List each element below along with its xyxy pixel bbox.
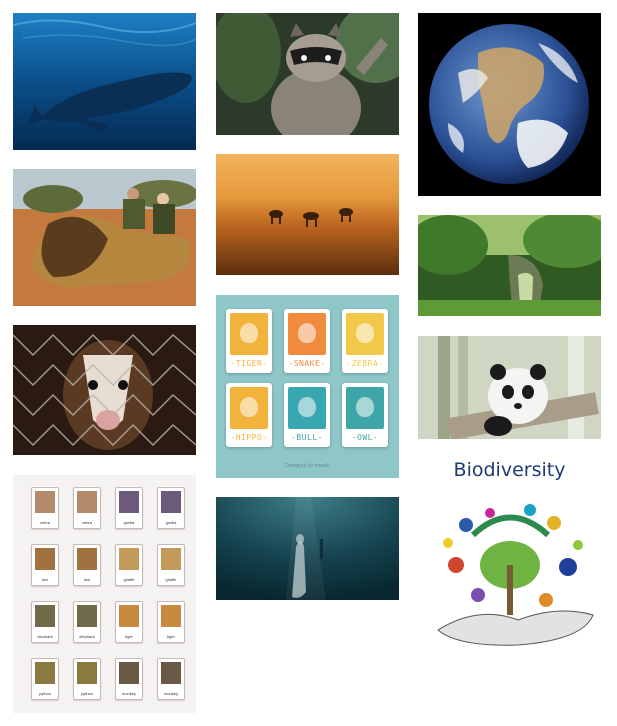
blue-whale-photo[interactable] [13, 13, 196, 150]
flashcard-label: -SNAKE- [288, 359, 326, 368]
memory-card-label: lion [41, 577, 49, 582]
memory-card: giraffe [157, 544, 185, 586]
memory-card-label: tiger [167, 634, 175, 639]
civet-behind-fence-photo[interactable] [13, 325, 196, 455]
flashcard-label: -ZEBRA- [346, 359, 384, 368]
memory-card-picture [119, 662, 139, 684]
jungle-ruins-photo[interactable] [418, 215, 601, 316]
memory-card-picture [77, 491, 97, 513]
flashcard-label: -TIGER- [230, 359, 268, 368]
memory-card: gorilla [115, 487, 143, 529]
panda-cub-photo[interactable] [418, 336, 601, 439]
memory-card-label: python [38, 691, 51, 696]
memory-card-picture [77, 662, 97, 684]
flashcard-snake: -SNAKE- [284, 309, 330, 373]
memory-card-label: monkey [121, 691, 136, 696]
memory-card-label: zebra [81, 520, 92, 525]
memory-card-picture [35, 548, 55, 570]
memory-card: zebra [31, 487, 59, 529]
memory-card-picture [161, 548, 181, 570]
flashcard-bull: -BULL- [284, 383, 330, 447]
raccoon-photo[interactable] [216, 13, 399, 135]
flashcard-label: -OWL- [351, 433, 379, 442]
hunters-with-lion-photo[interactable] [13, 169, 196, 306]
memory-card-label: giraffe [123, 577, 135, 582]
memory-card-picture [161, 491, 181, 513]
earth-from-space-photo[interactable] [418, 13, 601, 196]
animal-memory-cards-photo[interactable]: zebra zebra gorilla gorilla lion lion giraffe g… [13, 475, 196, 713]
zebra-icon [346, 313, 384, 355]
memory-card-picture [119, 548, 139, 570]
memory-card: lion [73, 544, 101, 586]
memory-card-picture [77, 548, 97, 570]
underwater-diver-photo[interactable] [216, 497, 399, 600]
memory-card-label: python [80, 691, 93, 696]
memory-card-label: giraffe [165, 577, 177, 582]
hippo-icon [230, 387, 268, 429]
memory-card-picture [35, 605, 55, 627]
tiger-icon [230, 313, 268, 355]
memory-card-label: gorilla [123, 520, 135, 525]
memory-card-picture [161, 662, 181, 684]
memory-card: tiger [115, 601, 143, 643]
animal-flashcards-illustration[interactable]: -TIGER- -SNAKE- -ZEBRA- -HIPPO- -BULL- -OWL- … [216, 295, 399, 478]
memory-card-picture [161, 605, 181, 627]
memory-card-picture [35, 662, 55, 684]
biodiversity-illustration[interactable]: Biodiversity [418, 455, 601, 654]
memory-card-label: elephant [37, 634, 53, 639]
memory-card: tiger [157, 601, 185, 643]
memory-card: elephant [73, 601, 101, 643]
memory-card-picture [119, 491, 139, 513]
memory-card: monkey [157, 658, 185, 700]
memory-card-label: elephant [79, 634, 95, 639]
memory-card: elephant [31, 601, 59, 643]
memory-card-label: monkey [163, 691, 178, 696]
flashcard-hippo: -HIPPO- [226, 383, 272, 447]
memory-card: monkey [115, 658, 143, 700]
memory-card: python [73, 658, 101, 700]
memory-card-label: zebra [39, 520, 50, 525]
memory-card-label: lion [83, 577, 91, 582]
flashcard-label: -HIPPO- [230, 433, 268, 442]
memory-card: giraffe [115, 544, 143, 586]
memory-card-label: tiger [125, 634, 133, 639]
biodiversity-artwork [437, 501, 594, 646]
flashcards-credit: Designed by freepik [285, 463, 330, 469]
memory-card-picture [119, 605, 139, 627]
memory-card: lion [31, 544, 59, 586]
flashcard-tiger: -TIGER- [226, 309, 272, 373]
owl-icon [346, 387, 384, 429]
flashcard-label: -BULL- [291, 433, 323, 442]
memory-card: zebra [73, 487, 101, 529]
memory-card: python [31, 658, 59, 700]
memory-card-picture [35, 491, 55, 513]
memory-card-picture [77, 605, 97, 627]
memory-card: gorilla [157, 487, 185, 529]
flashcard-owl: -OWL- [342, 383, 388, 447]
savanna-animals-running-photo[interactable] [216, 154, 399, 275]
snake-icon [288, 313, 326, 355]
memory-card-label: gorilla [165, 520, 177, 525]
bull-icon [288, 387, 326, 429]
flashcard-zebra: -ZEBRA- [342, 309, 388, 373]
